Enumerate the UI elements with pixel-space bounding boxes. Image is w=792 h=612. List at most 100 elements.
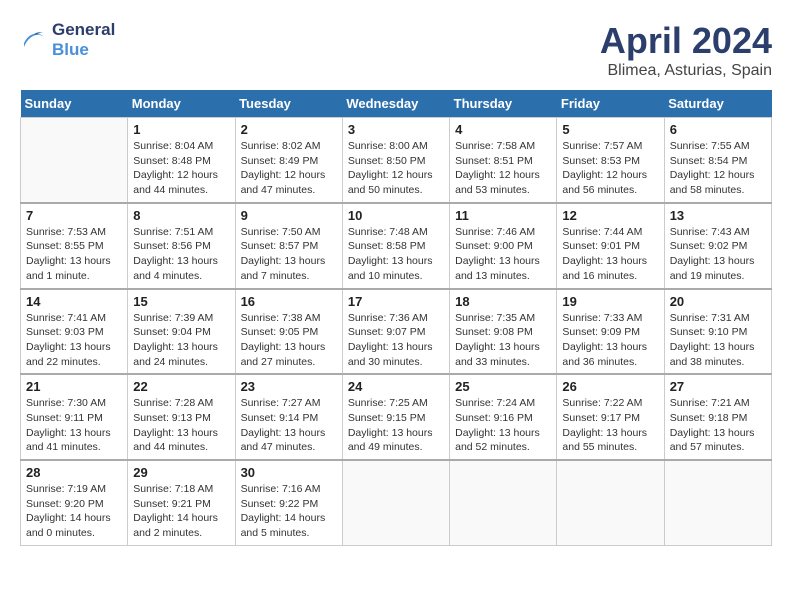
daylight-text: Daylight: 13 hours and 19 minutes. — [670, 254, 766, 283]
day-info: Sunrise: 7:21 AM Sunset: 9:18 PM Dayligh… — [670, 396, 766, 455]
day-number: 27 — [670, 379, 766, 394]
sunrise-text: Sunrise: 8:00 AM — [348, 139, 444, 154]
day-number: 30 — [241, 465, 337, 480]
calendar-week-row: 1 Sunrise: 8:04 AM Sunset: 8:48 PM Dayli… — [21, 118, 772, 203]
header-monday: Monday — [128, 90, 235, 118]
header-sunday: Sunday — [21, 90, 128, 118]
sunrise-text: Sunrise: 7:48 AM — [348, 225, 444, 240]
day-number: 7 — [26, 208, 122, 223]
sunset-text: Sunset: 9:15 PM — [348, 411, 444, 426]
day-number: 23 — [241, 379, 337, 394]
daylight-text: Daylight: 13 hours and 55 minutes. — [562, 426, 658, 455]
sunrise-text: Sunrise: 7:24 AM — [455, 396, 551, 411]
daylight-text: Daylight: 12 hours and 56 minutes. — [562, 168, 658, 197]
day-info: Sunrise: 8:04 AM Sunset: 8:48 PM Dayligh… — [133, 139, 229, 198]
sunset-text: Sunset: 8:53 PM — [562, 154, 658, 169]
daylight-text: Daylight: 13 hours and 47 minutes. — [241, 426, 337, 455]
header-tuesday: Tuesday — [235, 90, 342, 118]
daylight-text: Daylight: 13 hours and 33 minutes. — [455, 340, 551, 369]
day-number: 26 — [562, 379, 658, 394]
day-info: Sunrise: 7:30 AM Sunset: 9:11 PM Dayligh… — [26, 396, 122, 455]
day-number: 16 — [241, 294, 337, 309]
calendar-cell — [664, 460, 771, 545]
day-number: 6 — [670, 122, 766, 137]
calendar-cell: 7 Sunrise: 7:53 AM Sunset: 8:55 PM Dayli… — [21, 203, 128, 289]
sunrise-text: Sunrise: 7:31 AM — [670, 311, 766, 326]
day-number: 8 — [133, 208, 229, 223]
daylight-text: Daylight: 13 hours and 41 minutes. — [26, 426, 122, 455]
day-info: Sunrise: 8:00 AM Sunset: 8:50 PM Dayligh… — [348, 139, 444, 198]
sunset-text: Sunset: 9:01 PM — [562, 239, 658, 254]
sunset-text: Sunset: 9:18 PM — [670, 411, 766, 426]
day-info: Sunrise: 7:36 AM Sunset: 9:07 PM Dayligh… — [348, 311, 444, 370]
sunrise-text: Sunrise: 7:25 AM — [348, 396, 444, 411]
sunrise-text: Sunrise: 7:43 AM — [670, 225, 766, 240]
day-info: Sunrise: 7:44 AM Sunset: 9:01 PM Dayligh… — [562, 225, 658, 284]
day-info: Sunrise: 7:46 AM Sunset: 9:00 PM Dayligh… — [455, 225, 551, 284]
sunrise-text: Sunrise: 7:33 AM — [562, 311, 658, 326]
sunrise-text: Sunrise: 7:38 AM — [241, 311, 337, 326]
calendar-cell: 17 Sunrise: 7:36 AM Sunset: 9:07 PM Dayl… — [342, 289, 449, 375]
sunrise-text: Sunrise: 7:22 AM — [562, 396, 658, 411]
day-number: 14 — [26, 294, 122, 309]
day-number: 25 — [455, 379, 551, 394]
calendar-cell: 12 Sunrise: 7:44 AM Sunset: 9:01 PM Dayl… — [557, 203, 664, 289]
day-number: 5 — [562, 122, 658, 137]
calendar-cell: 27 Sunrise: 7:21 AM Sunset: 9:18 PM Dayl… — [664, 374, 771, 460]
daylight-text: Daylight: 13 hours and 38 minutes. — [670, 340, 766, 369]
daylight-text: Daylight: 13 hours and 27 minutes. — [241, 340, 337, 369]
sunset-text: Sunset: 9:22 PM — [241, 497, 337, 512]
daylight-text: Daylight: 13 hours and 44 minutes. — [133, 426, 229, 455]
calendar-cell: 28 Sunrise: 7:19 AM Sunset: 9:20 PM Dayl… — [21, 460, 128, 545]
calendar-week-row: 7 Sunrise: 7:53 AM Sunset: 8:55 PM Dayli… — [21, 203, 772, 289]
sunset-text: Sunset: 9:10 PM — [670, 325, 766, 340]
day-number: 15 — [133, 294, 229, 309]
calendar-cell — [342, 460, 449, 545]
calendar-cell: 16 Sunrise: 7:38 AM Sunset: 9:05 PM Dayl… — [235, 289, 342, 375]
page-header: General Blue April 2024 Blimea, Asturias… — [20, 20, 772, 80]
sunrise-text: Sunrise: 7:18 AM — [133, 482, 229, 497]
calendar-cell — [557, 460, 664, 545]
day-number: 19 — [562, 294, 658, 309]
day-number: 10 — [348, 208, 444, 223]
title-block: April 2024 Blimea, Asturias, Spain — [600, 20, 772, 80]
calendar-cell: 2 Sunrise: 8:02 AM Sunset: 8:49 PM Dayli… — [235, 118, 342, 203]
calendar-cell: 29 Sunrise: 7:18 AM Sunset: 9:21 PM Dayl… — [128, 460, 235, 545]
day-info: Sunrise: 7:33 AM Sunset: 9:09 PM Dayligh… — [562, 311, 658, 370]
calendar-cell: 26 Sunrise: 7:22 AM Sunset: 9:17 PM Dayl… — [557, 374, 664, 460]
calendar-cell: 15 Sunrise: 7:39 AM Sunset: 9:04 PM Dayl… — [128, 289, 235, 375]
sunset-text: Sunset: 9:07 PM — [348, 325, 444, 340]
sunrise-text: Sunrise: 7:57 AM — [562, 139, 658, 154]
day-info: Sunrise: 7:41 AM Sunset: 9:03 PM Dayligh… — [26, 311, 122, 370]
calendar-week-row: 14 Sunrise: 7:41 AM Sunset: 9:03 PM Dayl… — [21, 289, 772, 375]
daylight-text: Daylight: 13 hours and 16 minutes. — [562, 254, 658, 283]
sunset-text: Sunset: 9:17 PM — [562, 411, 658, 426]
sunrise-text: Sunrise: 7:28 AM — [133, 396, 229, 411]
daylight-text: Daylight: 13 hours and 30 minutes. — [348, 340, 444, 369]
day-number: 17 — [348, 294, 444, 309]
day-number: 18 — [455, 294, 551, 309]
calendar-cell: 20 Sunrise: 7:31 AM Sunset: 9:10 PM Dayl… — [664, 289, 771, 375]
day-number: 20 — [670, 294, 766, 309]
calendar-table: SundayMondayTuesdayWednesdayThursdayFrid… — [20, 90, 772, 546]
sunrise-text: Sunrise: 7:50 AM — [241, 225, 337, 240]
daylight-text: Daylight: 13 hours and 36 minutes. — [562, 340, 658, 369]
sunrise-text: Sunrise: 7:16 AM — [241, 482, 337, 497]
day-info: Sunrise: 7:28 AM Sunset: 9:13 PM Dayligh… — [133, 396, 229, 455]
calendar-cell: 10 Sunrise: 7:48 AM Sunset: 8:58 PM Dayl… — [342, 203, 449, 289]
day-info: Sunrise: 7:38 AM Sunset: 9:05 PM Dayligh… — [241, 311, 337, 370]
calendar-subtitle: Blimea, Asturias, Spain — [600, 62, 772, 80]
sunset-text: Sunset: 9:16 PM — [455, 411, 551, 426]
logo: General Blue — [20, 20, 115, 60]
sunset-text: Sunset: 9:20 PM — [26, 497, 122, 512]
sunset-text: Sunset: 8:55 PM — [26, 239, 122, 254]
sunrise-text: Sunrise: 7:58 AM — [455, 139, 551, 154]
daylight-text: Daylight: 13 hours and 13 minutes. — [455, 254, 551, 283]
logo-icon — [20, 29, 48, 51]
daylight-text: Daylight: 12 hours and 50 minutes. — [348, 168, 444, 197]
sunset-text: Sunset: 9:21 PM — [133, 497, 229, 512]
calendar-cell: 3 Sunrise: 8:00 AM Sunset: 8:50 PM Dayli… — [342, 118, 449, 203]
calendar-week-row: 21 Sunrise: 7:30 AM Sunset: 9:11 PM Dayl… — [21, 374, 772, 460]
day-number: 3 — [348, 122, 444, 137]
daylight-text: Daylight: 13 hours and 49 minutes. — [348, 426, 444, 455]
